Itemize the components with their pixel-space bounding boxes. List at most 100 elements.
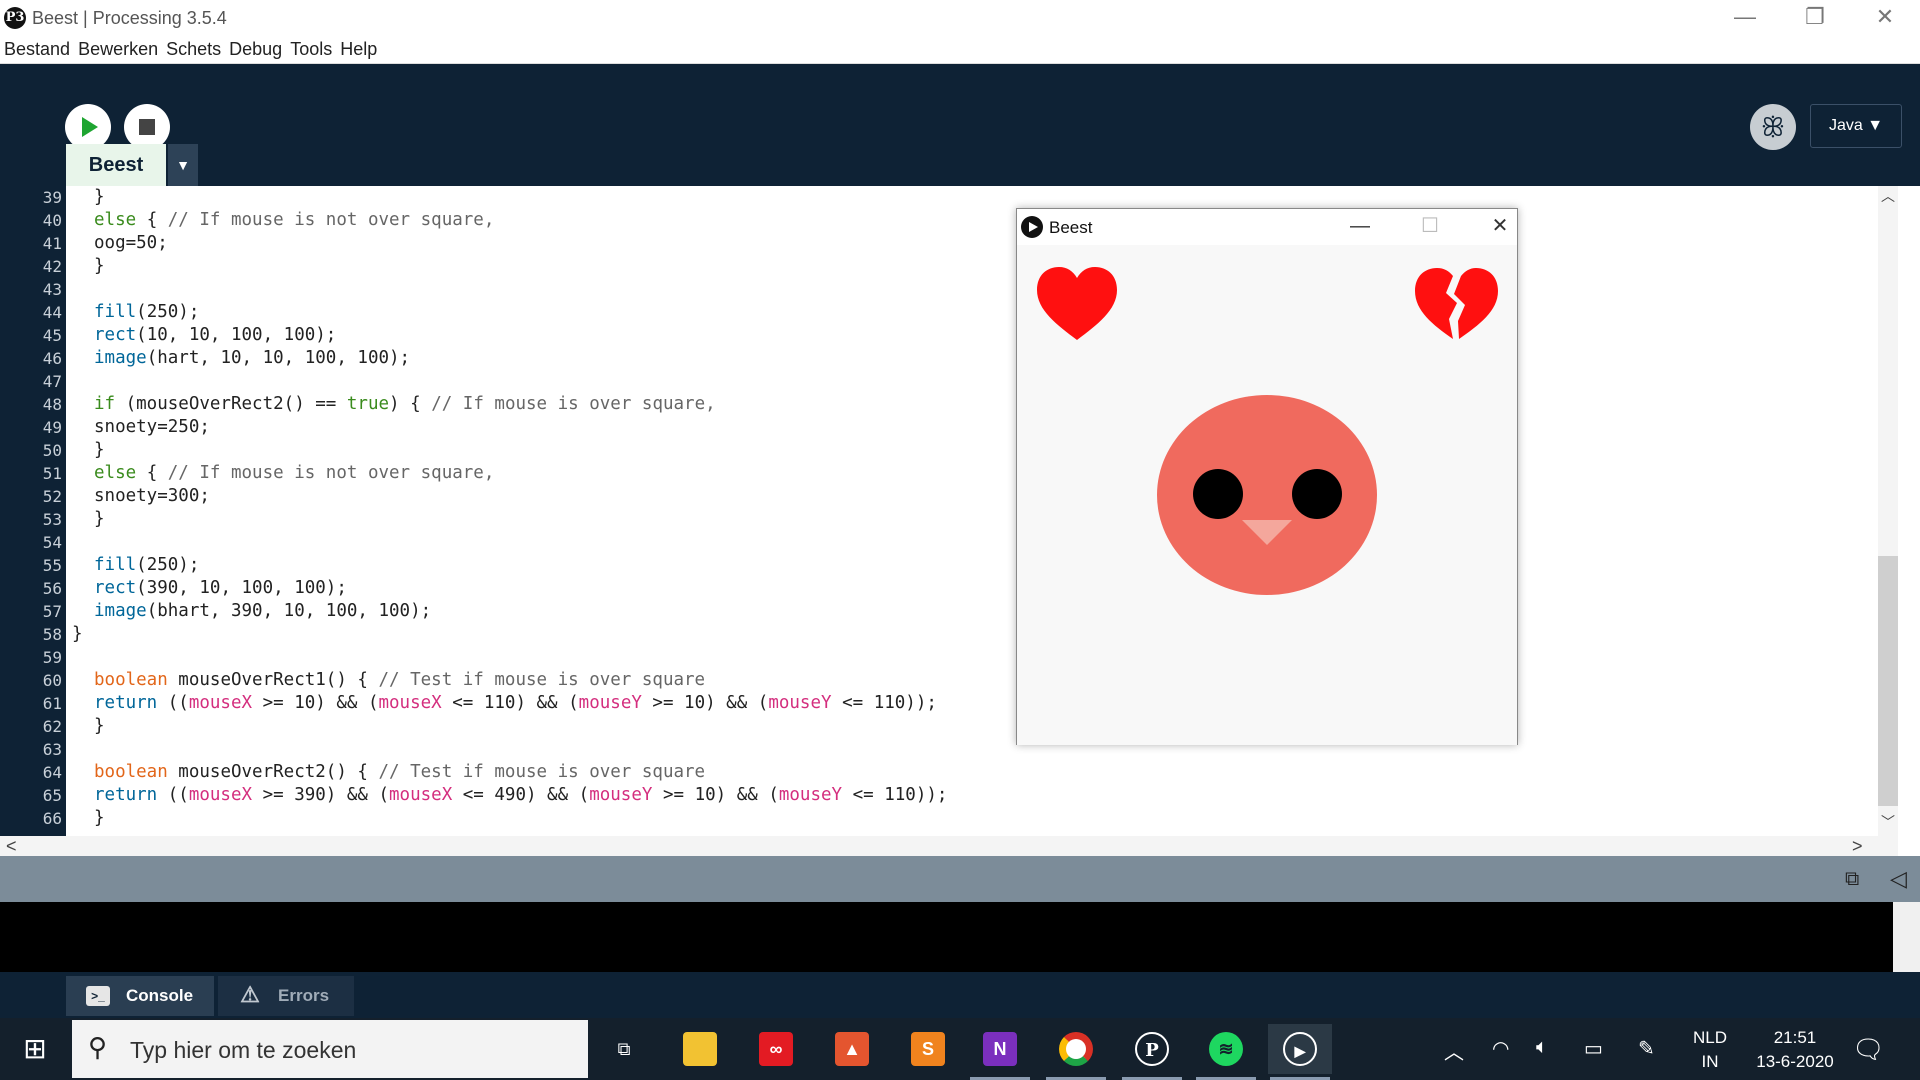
line-number: 46 [42, 349, 62, 368]
sketch-window[interactable]: Beest — ☐ ✕ [1016, 208, 1518, 745]
tab-menu-button[interactable]: ▼ [168, 144, 198, 186]
menu-bestand[interactable]: Bestand [0, 36, 74, 60]
left-eye [1193, 469, 1243, 519]
sketch-minimize-button[interactable]: — [1325, 209, 1395, 245]
butterfly-icon[interactable]: ꕥ [1750, 104, 1796, 150]
tab-console[interactable]: >_ Console [66, 976, 214, 1016]
scrollbar-thumb[interactable] [1878, 556, 1898, 806]
code-token: // If mouse is not over square, [167, 463, 495, 483]
menu-schets[interactable]: Schets [162, 36, 225, 60]
line-number: 58 [42, 625, 62, 644]
code-line: if (mouseOverRect2() == true) { // If mo… [94, 393, 716, 416]
processing-icon[interactable]: P [1120, 1024, 1184, 1080]
minimize-button[interactable]: — [1710, 0, 1780, 36]
mode-selector[interactable]: Java ▼ [1810, 104, 1902, 148]
scroll-right-icon[interactable]: > [1852, 836, 1863, 857]
console-icon: >_ [86, 986, 110, 1006]
sketch-canvas[interactable] [1017, 245, 1517, 745]
console-divider[interactable]: ⧉ ◁ [0, 856, 1920, 902]
code-token: true [346, 394, 390, 414]
file-explorer-icon[interactable] [668, 1024, 732, 1074]
onenote-icon[interactable]: N [968, 1024, 1032, 1080]
windows-start-icon[interactable]: ⊞ [0, 1018, 70, 1080]
line-number-gutter: 39 40 41 42 43 44 45 46 47 48 49 50 51 52 53 54 55 56 57 58… [0, 186, 66, 836]
code-line: } [94, 186, 105, 209]
scroll-left-icon[interactable]: < [6, 836, 17, 857]
code-token: (( [157, 693, 189, 713]
task-view-icon[interactable]: ⧉ [592, 1024, 656, 1074]
code-token: (10, 10, 100, 100); [136, 325, 337, 345]
sketch-maximize-button[interactable]: ☐ [1395, 209, 1465, 245]
console-scrollbar[interactable] [1893, 902, 1920, 972]
taskbar-search[interactable]: ⚲ Typ hier om te zoeken [72, 1020, 588, 1078]
clear-console-icon[interactable]: ⧉ [1845, 868, 1859, 891]
language-indicator[interactable]: NLD IN [1690, 1026, 1730, 1074]
menu-tools[interactable]: Tools [286, 36, 336, 60]
code-token: return [94, 693, 158, 713]
sublime-icon[interactable]: S [896, 1024, 960, 1074]
wifi-icon[interactable]: ◠ [1492, 1036, 1509, 1061]
spotify-icon[interactable]: ≋ [1194, 1024, 1258, 1080]
code-token: } [94, 808, 105, 828]
chrome-icon[interactable] [1044, 1024, 1108, 1080]
code-token: } [94, 187, 105, 207]
tab-beest[interactable]: Beest [66, 144, 166, 186]
battery-icon[interactable]: ▭ [1584, 1036, 1603, 1061]
horizontal-scrollbar[interactable]: < > [0, 836, 1898, 856]
code-token: { [136, 210, 168, 230]
scroll-up-icon[interactable]: ︿ [1878, 186, 1898, 206]
code-token: mouseOverRect1() { [167, 670, 379, 690]
vertical-scrollbar[interactable]: ︿ ﹀ [1878, 186, 1898, 836]
code-token: else [94, 210, 137, 230]
line-number: 63 [42, 740, 62, 759]
code-token: else [94, 463, 137, 483]
window-titlebar: P3 Beest | Processing 3.5.4 — ❐ ✕ [0, 0, 1920, 36]
code-token: (250); [136, 555, 200, 575]
taskbar-clock[interactable]: 21:51 13-6-2020 [1740, 1026, 1850, 1074]
code-token: <= 110) && ( [441, 693, 579, 713]
console-output[interactable] [0, 902, 1920, 972]
menu-bewerken[interactable]: Bewerken [74, 36, 162, 60]
tab-errors-label: Errors [278, 986, 330, 1005]
code-token: } [72, 624, 83, 644]
code-line: boolean mouseOverRect2() { // Test if mo… [94, 761, 705, 784]
right-eye [1292, 469, 1342, 519]
code-token: snoety=250; [94, 417, 210, 437]
code-line: return ((mouseX >= 10) && (mouseX <= 110… [94, 692, 937, 715]
pen-icon[interactable]: ✎ [1638, 1036, 1655, 1061]
code-token: >= 390) && ( [252, 785, 390, 805]
scroll-down-icon[interactable]: ﹀ [1878, 812, 1898, 832]
toolbar: ꕥ Java ▼ Beest ▼ [0, 64, 1920, 186]
close-button[interactable]: ✕ [1850, 0, 1920, 36]
clock-time: 21:51 [1773, 1028, 1817, 1047]
app-red-icon[interactable]: ▲ [820, 1024, 884, 1074]
code-token: image [94, 348, 147, 368]
code-token: mouseX [378, 693, 442, 713]
chevron-up-icon[interactable]: ︿ [1444, 1036, 1464, 1065]
code-token: <= 110)); [831, 693, 937, 713]
tab-console-label: Console [126, 986, 194, 1005]
code-token: mouseY [768, 693, 832, 713]
menu-help[interactable]: Help [336, 36, 381, 60]
volume-icon[interactable]: 🔈︎ [1536, 1036, 1548, 1059]
creative-cloud-icon[interactable]: ∞ [744, 1024, 808, 1074]
sketch-close-button[interactable]: ✕ [1465, 209, 1535, 245]
code-token: (bhart, 390, 10, 100, 100); [146, 601, 432, 621]
code-line: else { // If mouse is not over square, [94, 462, 494, 485]
code-token: // Test if mouse is over square [378, 762, 706, 782]
line-number: 55 [42, 556, 62, 575]
line-number: 48 [42, 395, 62, 414]
notifications-icon[interactable]: 🗨︎ [1852, 1034, 1885, 1065]
line-number: 44 [42, 303, 62, 322]
code-token: mouseY [578, 693, 642, 713]
restore-button[interactable]: ❐ [1780, 0, 1850, 36]
sketch-running-icon[interactable]: ▶ [1268, 1024, 1332, 1080]
line-number: 60 [42, 671, 62, 690]
collapse-console-icon[interactable]: ◁ [1890, 866, 1907, 892]
code-token: mouseX [188, 785, 253, 805]
tab-errors[interactable]: ⚠ Errors [218, 976, 354, 1016]
code-token: snoety=300; [94, 486, 210, 506]
line-number: 54 [42, 533, 62, 552]
code-editor[interactable]: 39 40 41 42 43 44 45 46 47 48 49 50 51 52 53 54 55 56 57 58… [0, 186, 1920, 856]
menu-debug[interactable]: Debug [225, 36, 286, 60]
